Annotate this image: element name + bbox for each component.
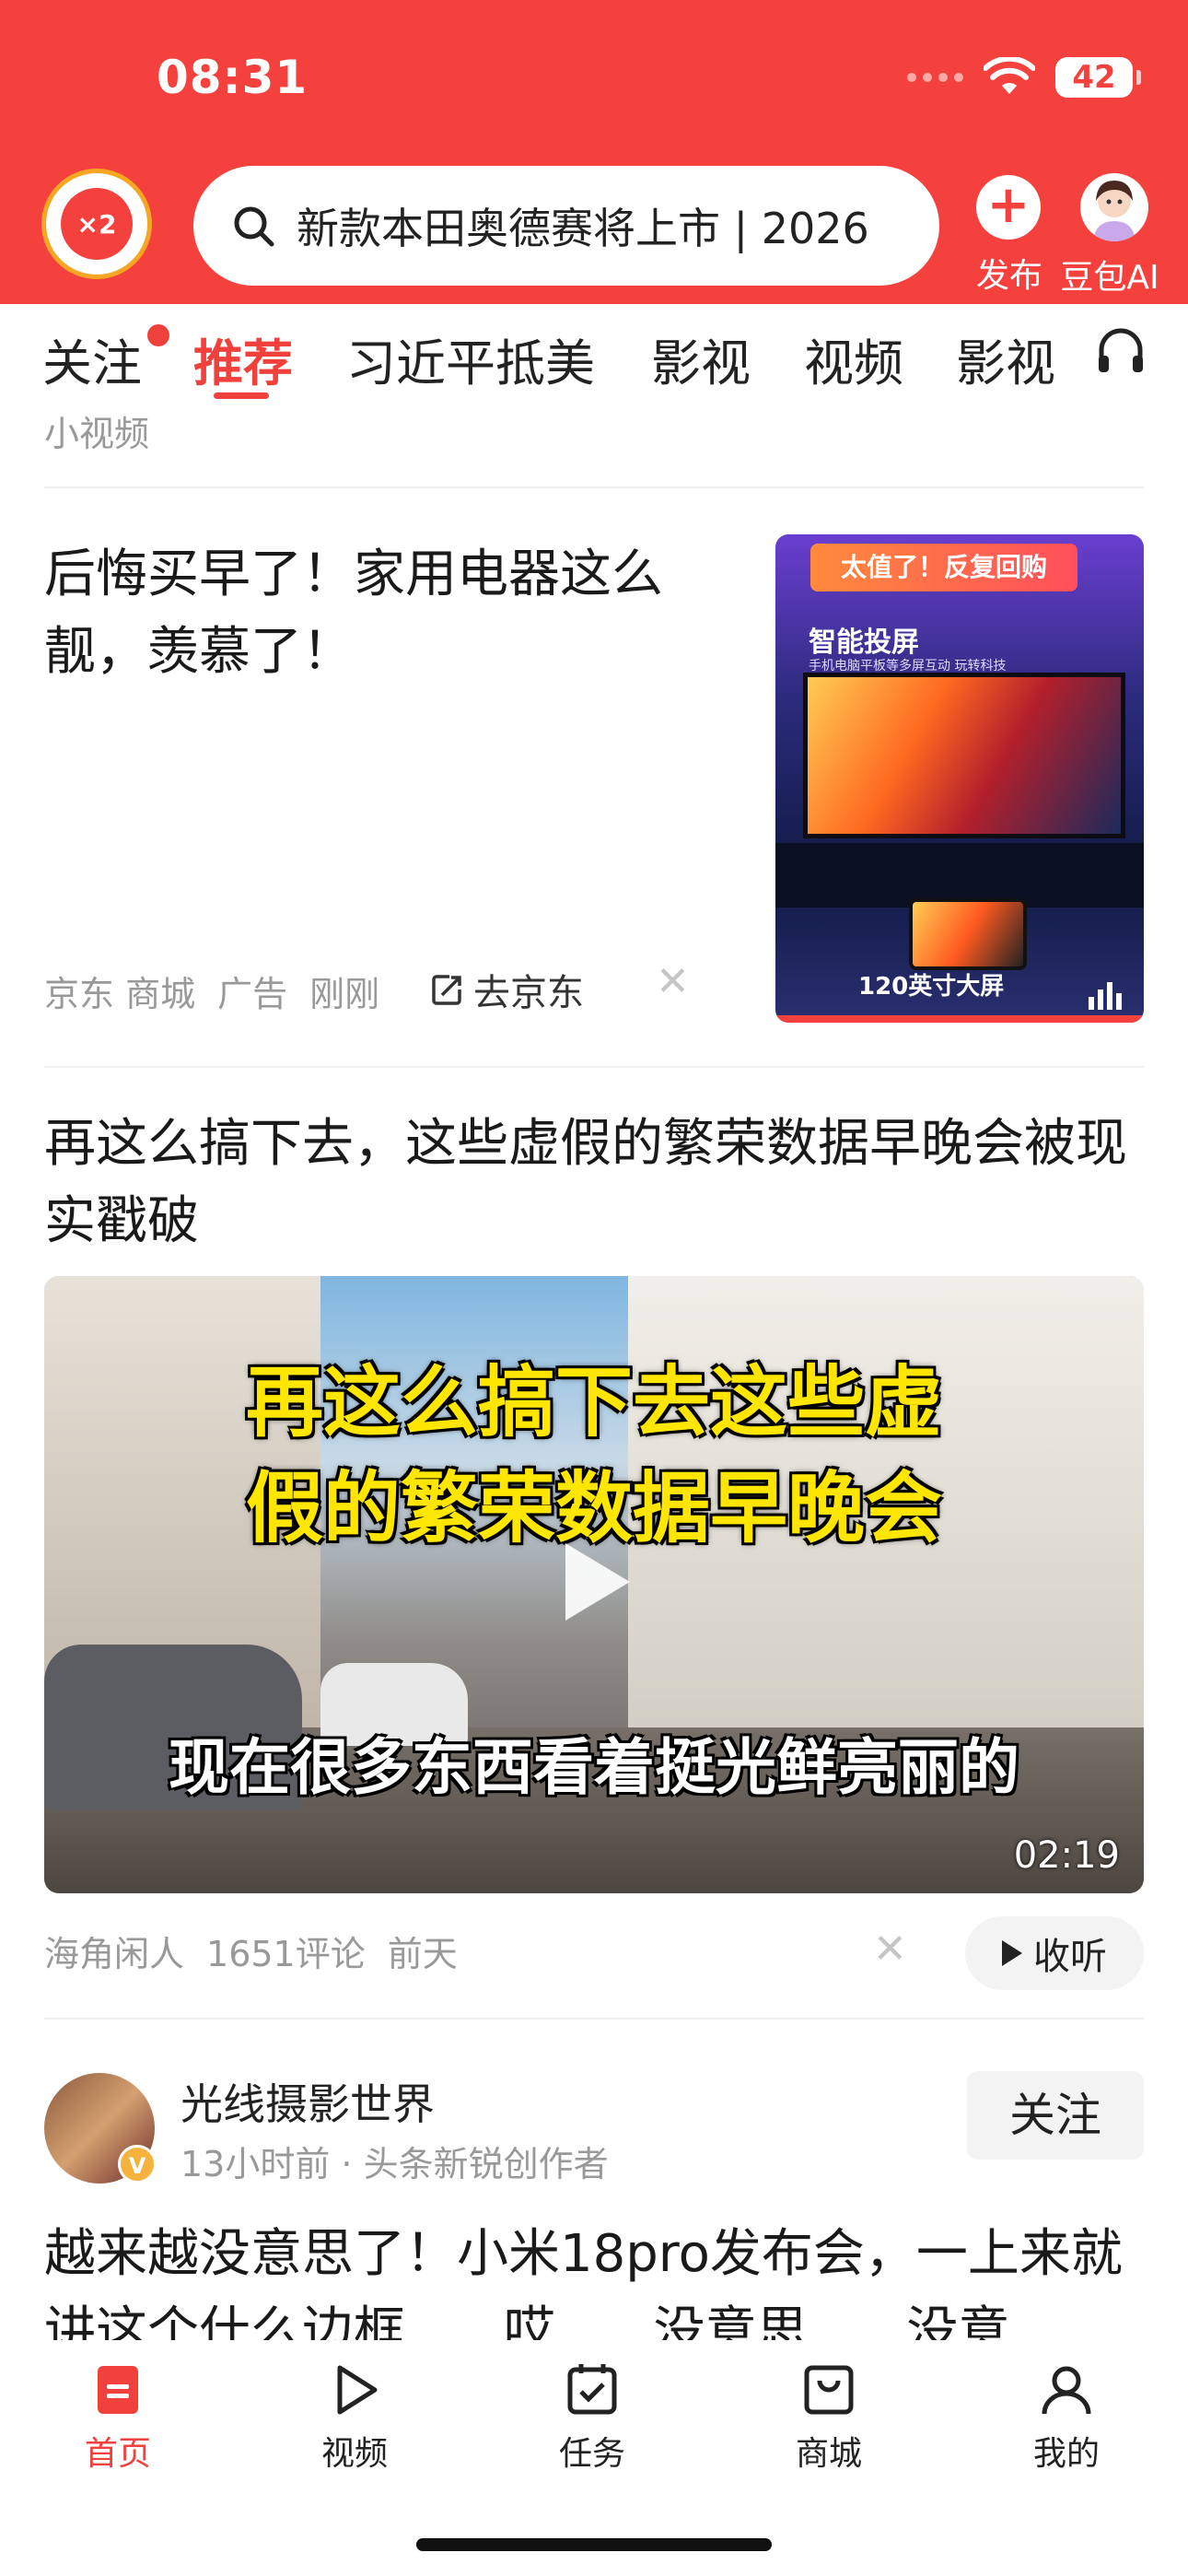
nav-label-profile: 我的 <box>1032 2435 1100 2473</box>
active-tab-indicator <box>214 392 269 399</box>
home-icon <box>98 2366 138 2414</box>
battery-indicator: 42 <box>1055 57 1141 98</box>
app-logo-button[interactable]: ×2 <box>41 169 152 279</box>
section-label: 小视频 <box>44 414 150 454</box>
headphone-icon[interactable] <box>1094 324 1147 378</box>
tab-film-tv[interactable]: 影视 <box>651 322 751 395</box>
doubao-label: 豆包AI <box>1060 259 1159 297</box>
divider <box>44 486 1144 488</box>
ad-image-caption: 智能投屏 <box>809 626 919 659</box>
nav-label-tasks: 任务 <box>558 2435 625 2473</box>
channel-tabs: 关注 推荐 习近平抵美 影视 视频 影视 <box>0 304 1188 405</box>
video-time: 前天 <box>387 1934 458 1974</box>
person-icon <box>1042 2366 1091 2415</box>
search-suggestion-text: 新款本田奥德赛将上市 | 2026 <box>297 204 869 253</box>
post-text[interactable]: 越来越没意思了！小米18pro发布会，一上来就讲这个什么边框......哎...… <box>44 2216 1144 2340</box>
nav-home[interactable]: 首页 <box>35 2360 201 2475</box>
doubao-ai-button[interactable]: 豆包AI <box>1060 173 1160 299</box>
ad-meta: 京东 商城 广告 刚刚 <box>44 966 402 1016</box>
wifi-icon <box>984 57 1035 94</box>
shopping-bag-icon <box>804 2365 854 2415</box>
phone-illustration <box>909 898 1027 970</box>
tab-xi-us-visit[interactable]: 习近平抵美 <box>346 322 595 395</box>
status-indicators: 42 <box>907 57 1141 98</box>
author-meta: 13小时前 · 头条新锐创作者 <box>181 2144 609 2184</box>
divider <box>44 2018 1144 2020</box>
play-small-icon <box>1002 1940 1022 1966</box>
notification-dot <box>147 324 169 346</box>
verified-badge-icon: V <box>118 2145 157 2184</box>
video-comments: 1651评论 <box>206 1934 366 1974</box>
nav-profile[interactable]: 我的 <box>984 2360 1149 2475</box>
tab-recommend[interactable]: 推荐 <box>193 322 293 395</box>
tab-follow[interactable]: 关注 <box>42 322 142 395</box>
publish-button[interactable]: + 发布 <box>976 175 1043 297</box>
external-link-icon <box>432 975 461 1005</box>
tv-illustration <box>803 673 1125 838</box>
video-author: 海角闲人 <box>44 1934 185 1974</box>
listen-button[interactable]: 收听 <box>965 1916 1144 1990</box>
ad-image-subcaption: 手机电脑平板等多屏互动 玩转科技 <box>809 659 1007 673</box>
video-caption-line-1: 再这么搞下去这些虚 <box>245 1357 942 1447</box>
search-input[interactable]: 新款本田奥德赛将上市 | 2026 <box>193 166 939 286</box>
video-meta: 海角闲人 1651评论 前天 <box>44 1926 480 1976</box>
task-check-icon <box>567 2364 617 2415</box>
ad-image-size-text: 120英寸大屏 <box>858 973 1005 1001</box>
video-play-icon <box>337 2365 378 2415</box>
dismiss-video-close-icon[interactable]: ✕ <box>873 1926 907 1973</box>
go-jd-label: 去京东 <box>473 972 584 1014</box>
ad-source: 京东 商城 <box>44 974 196 1014</box>
listen-label: 收听 <box>1033 1936 1107 1978</box>
play-icon[interactable] <box>565 1543 630 1621</box>
video-duration: 02:19 <box>1013 1834 1120 1877</box>
doubao-avatar-icon <box>1080 173 1148 241</box>
nav-tasks[interactable]: 任务 <box>509 2360 675 2475</box>
video-caption-line-2: 假的繁荣数据早晚会 <box>245 1463 942 1553</box>
nav-mall[interactable]: 商城 <box>746 2360 912 2475</box>
plus-icon: + <box>976 175 1041 240</box>
author-name[interactable]: 光线摄影世界 <box>181 2071 435 2132</box>
publish-label: 发布 <box>976 257 1043 295</box>
video-title[interactable]: 再这么搞下去，这些虚假的繁荣数据早晚会被现实戳破 <box>44 1106 1144 1260</box>
nav-video[interactable]: 视频 <box>272 2360 437 2475</box>
divider <box>44 1066 1144 1068</box>
search-icon <box>234 206 274 247</box>
nav-label-mall: 商城 <box>795 2435 862 2473</box>
ad-tag: 广告 <box>217 974 288 1014</box>
tab-film-tv-2[interactable]: 影视 <box>956 322 1055 395</box>
nav-label-home: 首页 <box>84 2435 151 2473</box>
ad-image[interactable]: 太值了！反复回购 智能投屏 手机电脑平板等多屏互动 玩转科技 120英寸大屏 <box>775 534 1144 1023</box>
app-header: 08:31 42 ×2 新款本田奥德赛将上市 | 2026 + 发布 豆包AI <box>0 0 1188 304</box>
video-subtitle: 现在很多东西看着挺光鲜亮丽的 <box>169 1732 1019 1803</box>
ad-image-banner: 太值了！反复回购 <box>810 544 1077 591</box>
ad-time: 刚刚 <box>309 974 380 1014</box>
nav-label-video: 视频 <box>320 2435 388 2473</box>
follow-button[interactable]: 关注 <box>967 2071 1144 2160</box>
ad-progress-bar <box>775 1015 1144 1023</box>
ad-stats-icon <box>1089 982 1122 1010</box>
tab-video[interactable]: 视频 <box>804 322 903 395</box>
home-indicator <box>416 2538 772 2551</box>
logo-badge: ×2 <box>61 188 133 260</box>
go-jd-link[interactable]: 去京东 <box>429 963 584 1016</box>
cellular-signal-icon <box>907 73 963 82</box>
video-thumbnail[interactable]: 再这么搞下去这些虚 假的繁荣数据早晚会 现在很多东西看着挺光鲜亮丽的 02:19 <box>44 1276 1144 1893</box>
ad-title[interactable]: 后悔买早了！家用电器这么靓，羡慕了！ <box>44 536 726 691</box>
dismiss-ad-close-icon[interactable]: ✕ <box>656 958 690 1005</box>
status-time: 08:31 <box>157 51 309 104</box>
